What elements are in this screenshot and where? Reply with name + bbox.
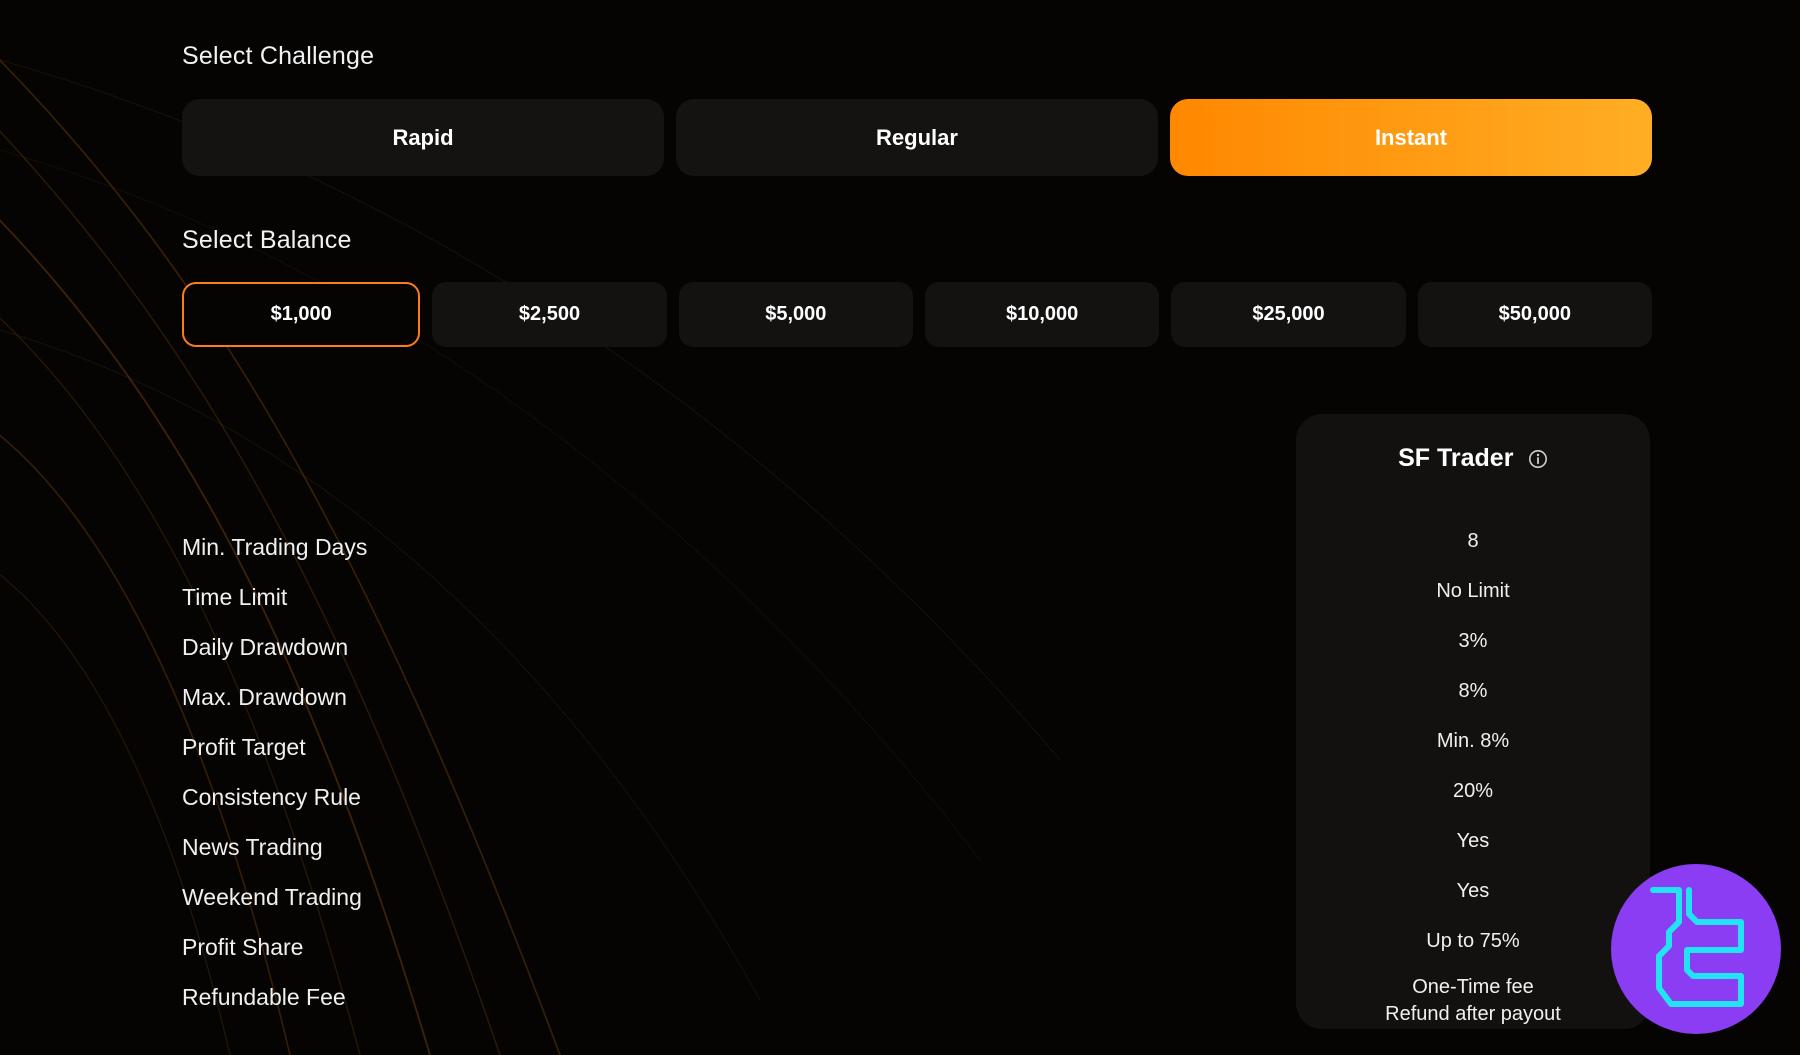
plan-card-header: SF Trader bbox=[1296, 444, 1650, 473]
rule-value-max-drawdown: 8% bbox=[1458, 680, 1488, 702]
select-challenge-title: Select Challenge bbox=[182, 42, 375, 70]
challenge-option-rapid[interactable]: Rapid bbox=[182, 99, 664, 176]
rule-value-profit-target: Min. 8% bbox=[1436, 730, 1510, 752]
balance-option-50000[interactable]: $50,000 bbox=[1417, 282, 1652, 347]
select-balance-title: Select Balance bbox=[182, 226, 352, 254]
plan-values: 8 No Limit 3% 8% Min. 8% 20% Yes Yes Up … bbox=[1296, 516, 1650, 1028]
balance-option-5000[interactable]: $5,000 bbox=[678, 282, 913, 347]
rule-label-min-trading-days: Min. Trading Days bbox=[182, 534, 368, 560]
rule-value-consistency-rule: 20% bbox=[1452, 780, 1494, 802]
rule-label-profit-target: Profit Target bbox=[182, 734, 306, 760]
rule-label-weekend-trading: Weekend Trading bbox=[182, 884, 362, 910]
plan-name: SF Trader bbox=[1398, 444, 1514, 472]
rule-value-daily-drawdown: 3% bbox=[1458, 630, 1488, 652]
balance-option-2500[interactable]: $2,500 bbox=[432, 282, 667, 347]
rule-label-refundable-fee: Refundable Fee bbox=[182, 984, 346, 1010]
rule-label-consistency-rule: Consistency Rule bbox=[182, 784, 361, 810]
rule-label-daily-drawdown: Daily Drawdown bbox=[182, 634, 349, 660]
challenge-configurator: Select Challenge Rapid Regular Instant S… bbox=[0, 0, 1800, 1055]
balance-option-10000[interactable]: $10,000 bbox=[924, 282, 1160, 347]
rule-label-profit-share: Profit Share bbox=[182, 934, 304, 960]
rules-labels: Min. Trading Days Time Limit Daily Drawd… bbox=[182, 522, 367, 1022]
rule-value-refundable-fee: One-Time fee Refund after payout bbox=[1296, 966, 1650, 1028]
refundable-fee-line-2: Refund after payout bbox=[1385, 1003, 1561, 1025]
refundable-fee-line-1: One-Time fee bbox=[1412, 976, 1534, 998]
rule-label-news-trading: News Trading bbox=[182, 834, 323, 860]
rule-value-min-trading-days: 8 bbox=[1467, 530, 1479, 552]
balance-selector: $1,000 $2,500 $5,000 $10,000 $25,000 $50… bbox=[182, 282, 1652, 347]
info-circle-icon[interactable] bbox=[1528, 449, 1548, 469]
balance-option-25000[interactable]: $25,000 bbox=[1171, 282, 1406, 347]
rule-label-time-limit: Time Limit bbox=[182, 584, 288, 610]
rule-value-time-limit: No Limit bbox=[1436, 580, 1510, 602]
challenge-selector: Rapid Regular Instant bbox=[182, 99, 1652, 176]
challenge-option-instant[interactable]: Instant bbox=[1170, 99, 1652, 176]
rule-value-news-trading: Yes bbox=[1456, 830, 1490, 852]
rule-value-weekend-trading: Yes bbox=[1456, 880, 1490, 902]
challenge-option-regular[interactable]: Regular bbox=[676, 99, 1158, 176]
logo-icon bbox=[1611, 864, 1781, 1034]
balance-option-1000[interactable]: $1,000 bbox=[182, 282, 421, 347]
rule-label-max-drawdown: Max. Drawdown bbox=[182, 684, 347, 710]
rule-value-profit-share: Up to 75% bbox=[1426, 930, 1520, 952]
